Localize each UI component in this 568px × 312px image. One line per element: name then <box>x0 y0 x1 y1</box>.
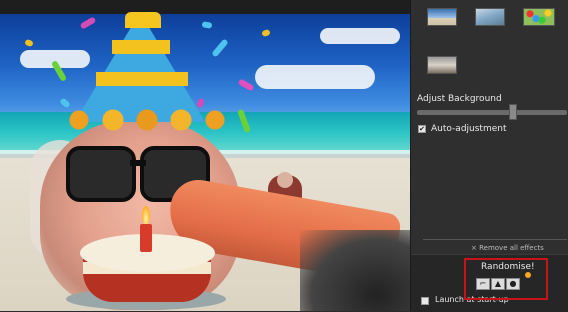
beach-2-icon[interactable] <box>475 8 505 26</box>
shadow <box>300 230 410 311</box>
sunglasses-left-lens <box>66 146 136 202</box>
laurel-garland-effect <box>62 100 232 140</box>
beach-1-icon[interactable] <box>427 8 457 26</box>
launch-at-startup-checkbox[interactable] <box>421 297 429 305</box>
confetti-pattern-icon[interactable] <box>523 8 555 26</box>
candle-flame <box>142 206 150 224</box>
cloud <box>255 65 375 89</box>
candle <box>140 224 152 252</box>
preview-top-bar <box>0 0 410 14</box>
auto-adjustment-label: Auto-adjustment <box>431 124 507 134</box>
background-person-head <box>277 172 293 188</box>
auto-adjustment-checkbox[interactable]: ✔ <box>418 125 426 133</box>
randomise-highlight <box>464 258 548 300</box>
cloud <box>320 28 400 44</box>
notification-dot <box>525 272 531 278</box>
party-hat-stripe <box>96 72 188 86</box>
divider <box>423 239 567 240</box>
video-preview <box>0 0 410 311</box>
adjust-background-slider[interactable] <box>417 110 567 115</box>
sunglasses-bridge <box>130 160 146 166</box>
remove-all-effects-link[interactable]: × Remove all effects <box>471 244 544 252</box>
party-hat-stripe <box>112 40 170 54</box>
office-room-icon[interactable] <box>427 56 457 74</box>
adjust-background-label: Adjust Background <box>417 94 502 104</box>
slider-handle[interactable] <box>509 104 518 120</box>
party-hat-tip <box>125 12 161 28</box>
